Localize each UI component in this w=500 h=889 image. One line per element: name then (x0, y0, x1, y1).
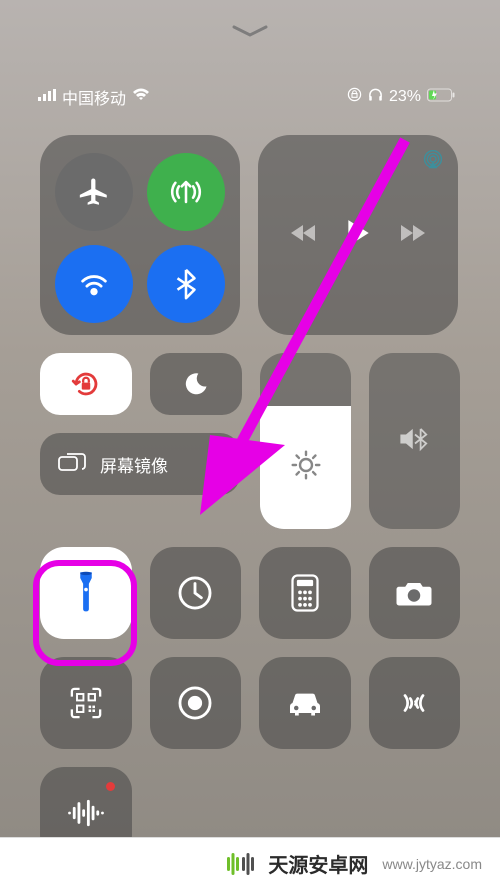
calculator-button[interactable] (259, 547, 351, 639)
connectivity-module (40, 135, 240, 335)
media-module[interactable] (258, 135, 458, 335)
wifi-toggle[interactable] (55, 245, 133, 323)
media-previous-button[interactable] (291, 222, 317, 249)
volume-slider[interactable] (369, 353, 460, 529)
battery-icon (427, 88, 455, 107)
cellular-data-toggle[interactable] (147, 153, 225, 231)
screen-record-button[interactable] (150, 657, 242, 749)
timer-button[interactable] (150, 547, 242, 639)
watermark-url: www.jytyaz.com (382, 856, 482, 872)
do-not-disturb-toggle[interactable] (150, 353, 242, 415)
headphones-status-icon (368, 88, 383, 107)
signal-icon (38, 88, 56, 106)
driving-mode-button[interactable] (259, 657, 351, 749)
screen-mirroring-icon (58, 451, 86, 478)
airplay-audio-icon (422, 149, 444, 176)
carrier-label: 中国移动 (62, 85, 126, 109)
brightness-slider[interactable] (260, 353, 351, 529)
orientation-lock-toggle[interactable] (40, 353, 132, 415)
grabber-chevron-icon[interactable] (232, 25, 268, 44)
watermark-bar: 天源安卓网 www.jytyaz.com (0, 837, 500, 889)
recording-indicator-icon (106, 782, 115, 791)
watermark-logo-icon (224, 847, 258, 881)
camera-button[interactable] (369, 547, 461, 639)
battery-percent-label: 23% (389, 88, 421, 106)
nfc-button[interactable] (369, 657, 461, 749)
orientation-lock-status-icon (347, 87, 362, 107)
airplane-mode-toggle[interactable] (55, 153, 133, 231)
media-next-button[interactable] (399, 222, 425, 249)
screen-mirroring-button[interactable]: 屏幕镜像 (40, 433, 240, 495)
wifi-status-icon (132, 88, 150, 106)
qr-scanner-button[interactable] (40, 657, 132, 749)
status-bar: 中国移动 23% (0, 85, 500, 109)
brightness-icon (290, 449, 322, 486)
bluetooth-toggle[interactable] (147, 245, 225, 323)
screen-mirroring-label: 屏幕镜像 (100, 452, 168, 477)
watermark-title: 天源安卓网 (268, 849, 368, 878)
flashlight-toggle[interactable] (40, 547, 132, 639)
media-play-button[interactable] (345, 218, 371, 253)
volume-icon (397, 424, 433, 459)
